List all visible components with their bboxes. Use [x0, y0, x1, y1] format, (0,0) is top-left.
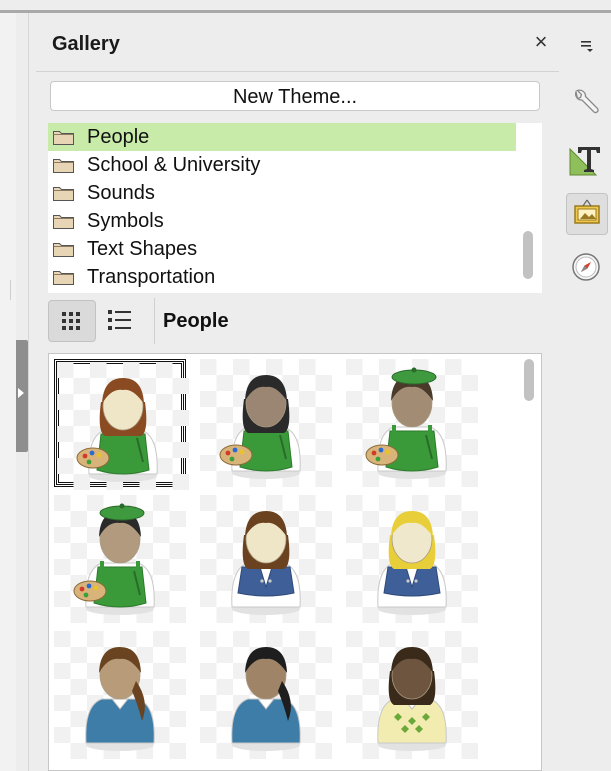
theme-item-transportation[interactable]: Transportation	[48, 263, 516, 291]
grid-icon	[62, 312, 80, 330]
new-theme-button[interactable]: New Theme...	[50, 81, 540, 111]
styles-icon	[569, 147, 600, 176]
gallery-item-woman-ponytail-blue-sweater[interactable]	[54, 631, 186, 759]
folder-icon	[53, 215, 74, 229]
person-figure-icon	[54, 495, 186, 623]
current-theme-label: People	[163, 310, 229, 332]
theme-label: Transportation	[87, 266, 216, 288]
theme-item-text-shapes[interactable]: Text Shapes	[48, 235, 516, 263]
theme-item-people[interactable]: People	[48, 123, 516, 151]
header-divider	[36, 71, 559, 72]
icon-view-button[interactable]	[48, 300, 96, 342]
document-edge-mark	[10, 280, 11, 300]
person-figure-icon	[346, 631, 478, 759]
list-icon	[108, 310, 131, 330]
sidebar-tabbar	[563, 13, 611, 771]
theme-label: Text Shapes	[87, 238, 198, 260]
gallery-item-woman-argyle-sweater[interactable]	[346, 631, 478, 759]
gallery-item-man-painter-beret[interactable]	[346, 359, 478, 487]
theme-label: Sounds	[87, 182, 155, 204]
panel-title: Gallery	[52, 33, 120, 55]
folder-icon	[53, 159, 74, 173]
gallery-grid[interactable]	[48, 353, 542, 771]
collapse-arrow-icon	[18, 388, 24, 398]
panel-separator	[28, 13, 29, 771]
theme-list-scrollbar[interactable]	[523, 231, 533, 279]
gallery-icon	[574, 199, 600, 224]
gallery-item-woman-blonde-vest[interactable]	[346, 495, 478, 623]
folder-icon	[53, 271, 74, 285]
gallery-item-woman-painter-black-hair[interactable]	[200, 359, 332, 487]
person-figure-icon	[200, 359, 332, 487]
theme-label: Symbols	[87, 210, 164, 232]
theme-item-sounds[interactable]: Sounds	[48, 179, 516, 207]
theme-item-symbols[interactable]: Symbols	[48, 207, 516, 235]
person-figure-icon	[200, 631, 332, 759]
navigator-button[interactable]	[566, 247, 608, 289]
folder-icon	[53, 187, 74, 201]
gallery-item-woman-painter-brown-hair[interactable]	[54, 359, 189, 490]
wrench-icon	[575, 89, 599, 114]
folder-icon	[53, 243, 74, 257]
detail-view-button[interactable]	[98, 300, 146, 342]
theme-label: People	[87, 126, 150, 148]
person-figure-icon	[200, 495, 332, 623]
navigator-compass-icon	[572, 253, 600, 281]
sidebar-menu-icon[interactable]	[578, 37, 596, 55]
view-toolbar: People	[46, 296, 556, 346]
gallery-scrollbar[interactable]	[524, 359, 534, 401]
styles-button[interactable]	[566, 139, 608, 181]
folder-icon	[53, 131, 74, 145]
person-figure-icon	[346, 495, 478, 623]
gallery-item-woman-black-ponytail-blue-sweater[interactable]	[200, 631, 332, 759]
properties-button[interactable]	[566, 83, 608, 125]
person-figure-icon	[57, 362, 189, 490]
theme-label: School & University	[87, 154, 261, 176]
person-figure-icon	[346, 359, 478, 487]
theme-item-school-university[interactable]: School & University	[48, 151, 516, 179]
sidebar-collapse-handle[interactable]	[16, 340, 28, 452]
gallery-item-man-painter-beret-black-hair[interactable]	[54, 495, 186, 623]
gallery-button[interactable]	[566, 193, 608, 235]
gallery-panel: Gallery × New Theme... People School & U…	[36, 13, 559, 771]
toolbar-separator	[154, 298, 155, 344]
document-edge	[0, 13, 16, 771]
close-icon[interactable]: ×	[530, 31, 552, 53]
theme-list[interactable]: People School & University Sounds Symbol…	[48, 123, 542, 293]
gallery-item-woman-brown-hair-vest[interactable]	[200, 495, 332, 623]
person-figure-icon	[54, 631, 186, 759]
